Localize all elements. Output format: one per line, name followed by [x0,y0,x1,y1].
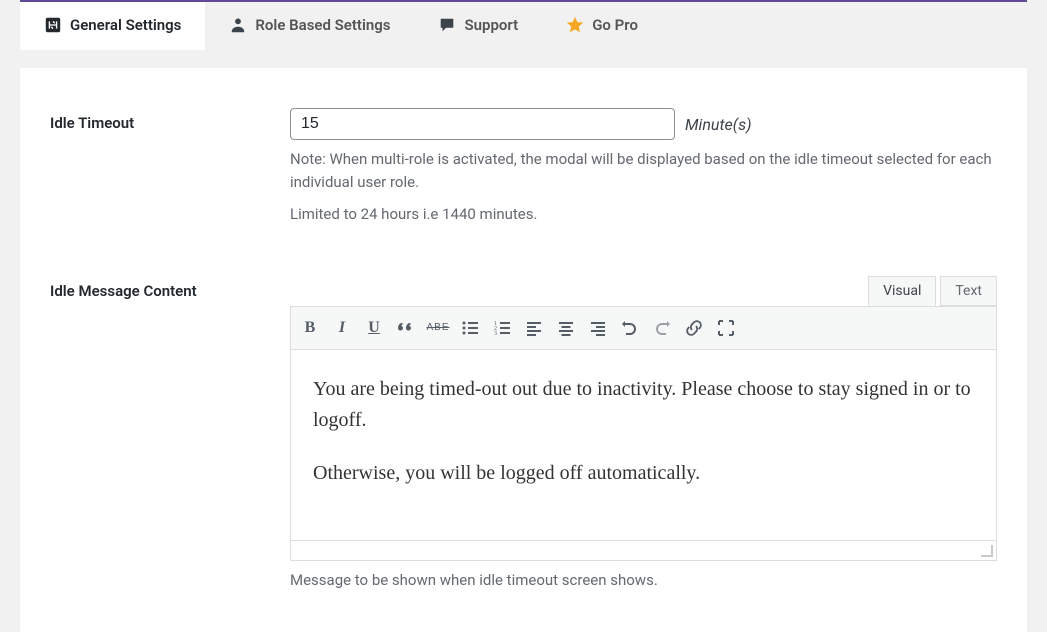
tab-label: Role Based Settings [255,16,390,34]
editor-tab-text[interactable]: Text [940,276,997,306]
editor-content-area[interactable]: You are being timed-out out due to inact… [291,350,996,540]
settings-tabs: General Settings Role Based Settings Sup… [20,2,1027,50]
idle-message-label: Idle Message Content [50,276,290,300]
rich-text-editor: B I U ABE 123 [290,305,997,561]
blockquote-button[interactable] [391,313,421,343]
align-right-button[interactable] [583,313,613,343]
svg-text:3: 3 [494,331,497,337]
link-button[interactable] [679,313,709,343]
idle-message-help: Message to be shown when idle timeout sc… [290,569,997,592]
underline-button[interactable]: U [359,313,389,343]
bold-button[interactable]: B [295,313,325,343]
chat-icon [438,16,456,34]
idle-timeout-note-2: Limited to 24 hours i.e 1440 minutes. [290,203,997,226]
editor-statusbar [291,540,996,560]
user-icon [229,16,247,34]
tab-role-based-settings[interactable]: Role Based Settings [205,2,414,50]
align-center-button[interactable] [551,313,581,343]
strikethrough-button[interactable]: ABE [423,313,453,343]
tab-support[interactable]: Support [414,2,542,50]
message-paragraph-1: You are being timed-out out due to inact… [313,374,974,436]
editor-toolbar: B I U ABE 123 [291,306,996,350]
message-paragraph-2: Otherwise, you will be logged off automa… [313,458,974,489]
star-icon [566,16,584,34]
tab-label: General Settings [70,16,181,34]
resize-handle-icon[interactable] [980,544,994,558]
editor-tab-visual[interactable]: Visual [868,276,936,306]
tab-general-settings[interactable]: General Settings [20,2,205,50]
tab-label: Support [464,16,518,34]
settings-icon [44,16,62,34]
idle-timeout-note-1: Note: When multi-role is activated, the … [290,148,997,195]
align-left-button[interactable] [519,313,549,343]
redo-button[interactable] [647,313,677,343]
italic-button[interactable]: I [327,313,357,343]
idle-timeout-label: Idle Timeout [50,108,290,132]
bullet-list-button[interactable] [455,313,485,343]
idle-timeout-input[interactable] [290,108,675,140]
tab-go-pro[interactable]: Go Pro [542,2,662,50]
tab-label: Go Pro [592,16,638,34]
fullscreen-button[interactable] [711,313,741,343]
undo-button[interactable] [615,313,645,343]
idle-timeout-unit: Minute(s) [685,115,751,134]
numbered-list-button[interactable]: 123 [487,313,517,343]
settings-panel: Idle Timeout Minute(s) Note: When multi-… [20,68,1027,632]
